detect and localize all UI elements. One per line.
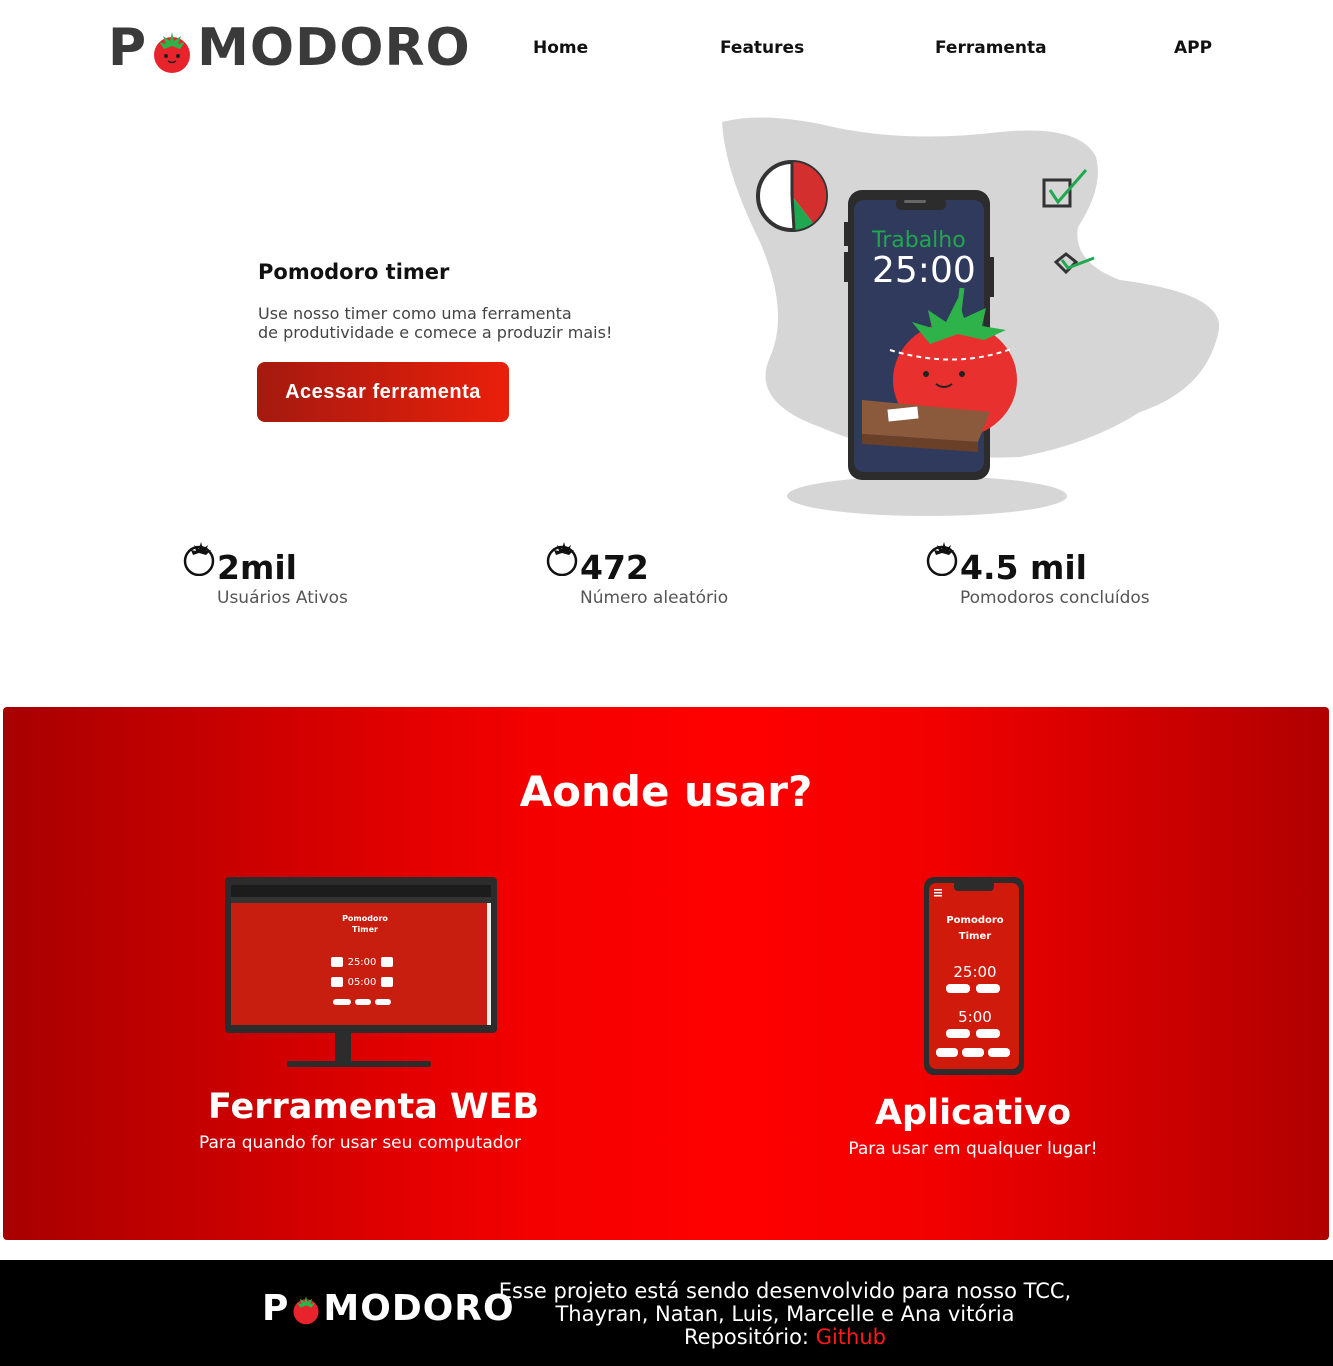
where-to-use-section: Aonde usar? Pomodoro Timer 25:00 05:00 F… [3,707,1329,1240]
stat-value: 2mil [217,548,297,587]
web-screen-time-2: 05:00 [347,977,377,988]
web-card-title: Ferramenta WEB [208,1087,540,1127]
nav-features[interactable]: Features [720,38,804,58]
footer-credits: Esse projeto está sendo desenvolvido par… [490,1280,1080,1349]
footer-line-2: Thayran, Natan, Luis, Marcelle e Ana vit… [555,1302,1015,1326]
footer-logo[interactable]: P MODORO [262,1286,515,1330]
hero-title: Pomodoro timer [258,260,450,284]
stat-value: 4.5 mil [960,548,1087,587]
footer-logo-text-rest: MODORO [323,1287,515,1329]
footer-line-3: Repositório: Github [490,1326,1080,1349]
tomato-outline-icon [546,540,580,577]
header: P MODORO Home Features Ferramenta APP [0,0,1333,100]
nav-ferramenta[interactable]: Ferramenta [935,38,1047,58]
github-link[interactable]: Github [816,1325,886,1349]
nav-home[interactable]: Home [533,38,588,58]
tomato-outline-icon [183,540,217,577]
repo-label: Repositório: [684,1325,816,1349]
app-card-title: Aplicativo [874,1093,1072,1133]
stat-label: Número aleatório [580,588,729,608]
stat-label: Usuários Ativos [217,588,348,608]
main-nav: Home Features Ferramenta APP [0,38,1333,62]
nav-app[interactable]: APP [1174,38,1212,58]
stat-value: 472 [580,548,649,587]
hero-description: Use nosso timer como uma ferramenta de p… [258,304,678,342]
access-tool-button[interactable]: Acessar ferramenta [257,362,509,422]
footer-logo-text-p: P [262,1287,290,1329]
app-phone-image: Pomodoro Timer 25:00 5:00 [922,877,1028,1077]
hero-description-line-1: Use nosso timer como uma ferramenta [258,304,572,323]
tomato-outline-icon [926,540,960,577]
tomato-logo-icon [290,1293,322,1325]
app-card-subtitle: Para usar em qualquer lugar! [848,1139,1098,1159]
section-title: Aonde usar? [519,767,813,816]
hero-description-line-2: de produtividade e comece a produzir mai… [258,323,613,342]
footer: P MODORO Esse projeto está sendo desenvo… [0,1260,1333,1366]
phone-timer: 25:00 [872,250,976,291]
app-screen-title-2: Timer [958,931,992,942]
app-screen-time-1: 25:00 [953,963,997,981]
hero-illustration: Trabalho 25:00 [700,112,1240,522]
web-screen-title-1: Pomodoro [342,914,388,923]
footer-line-1: Esse projeto está sendo desenvolvido par… [498,1279,1072,1303]
web-card-subtitle: Para quando for usar seu computador [199,1133,521,1153]
app-screen-title-1: Pomodoro [946,915,1004,926]
stat-label: Pomodoros concluídos [960,588,1150,608]
app-screen-time-2: 5:00 [958,1008,992,1026]
web-tool-monitor-image: Pomodoro Timer 25:00 05:00 [225,877,501,1073]
web-screen-time-1: 25:00 [347,957,377,968]
web-screen-title-2: Timer [352,925,378,934]
